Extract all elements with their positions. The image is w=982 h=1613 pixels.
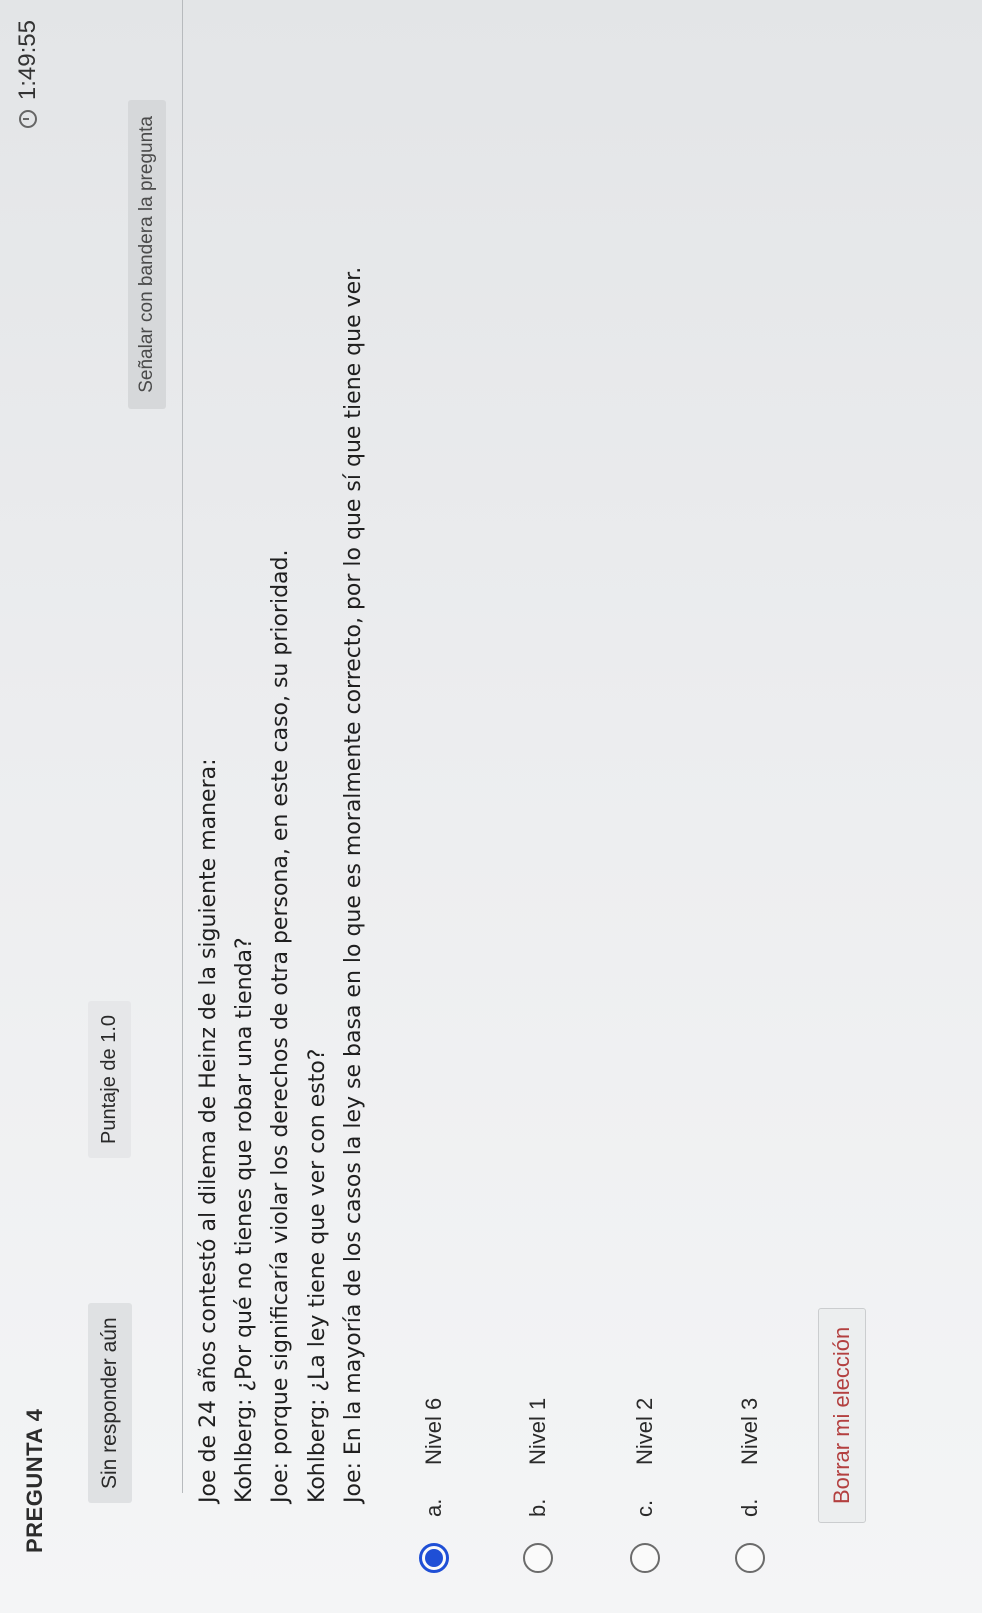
clock-icon [19,110,37,129]
timer-value: 1:49:55 [14,20,41,101]
question-text-line: Joe: porque significaría violar los dere… [268,549,293,1504]
option-b[interactable]: b. Nivel 1 [523,1398,553,1573]
radio-option-a[interactable] [419,1543,449,1573]
question-text-line: Kohlberg: ¿Por qué no tienes que robar u… [232,937,257,1503]
option-d[interactable]: d. Nivel 3 [735,1398,765,1573]
option-label[interactable]: Nivel 1 [525,1398,551,1465]
option-label[interactable]: Nivel 6 [421,1398,447,1465]
option-label[interactable]: Nivel 2 [632,1398,658,1465]
timer: 1:49:55 [14,20,42,129]
radio-option-d[interactable] [735,1543,765,1573]
option-a[interactable]: a. Nivel 6 [419,1398,449,1573]
option-letter: c. [632,1499,657,1517]
status-badge: Sin responder aún [88,1303,132,1503]
question-text-line: Joe: En la mayoría de los casos la ley s… [341,266,366,1503]
question-number: PREGUNTA 4 [22,1408,47,1553]
radio-option-c[interactable] [630,1543,660,1573]
divider [182,0,183,1493]
question-text-line: Kohlberg: ¿La ley tiene que ver con esto… [305,1048,330,1503]
option-letter: a. [421,1498,446,1517]
quiz-question-panel: PREGUNTA 4 1:49:55 Sin responder aún Pun… [0,0,982,1613]
option-label[interactable]: Nivel 3 [737,1398,763,1465]
option-c[interactable]: c. Nivel 2 [630,1398,660,1573]
radio-selected-dot [425,1549,443,1567]
flag-question-button[interactable]: Señalar con bandera la pregunta [128,100,166,409]
question-text-line: Joe de 24 años contestó al dilema de Hei… [196,758,221,1503]
option-letter: d. [737,1498,762,1517]
option-letter: b. [525,1498,550,1517]
clear-choice-button[interactable]: Borrar mi elección [818,1307,866,1523]
radio-option-b[interactable] [523,1543,553,1573]
points-badge: Puntaje de 1.0 [88,1001,131,1158]
